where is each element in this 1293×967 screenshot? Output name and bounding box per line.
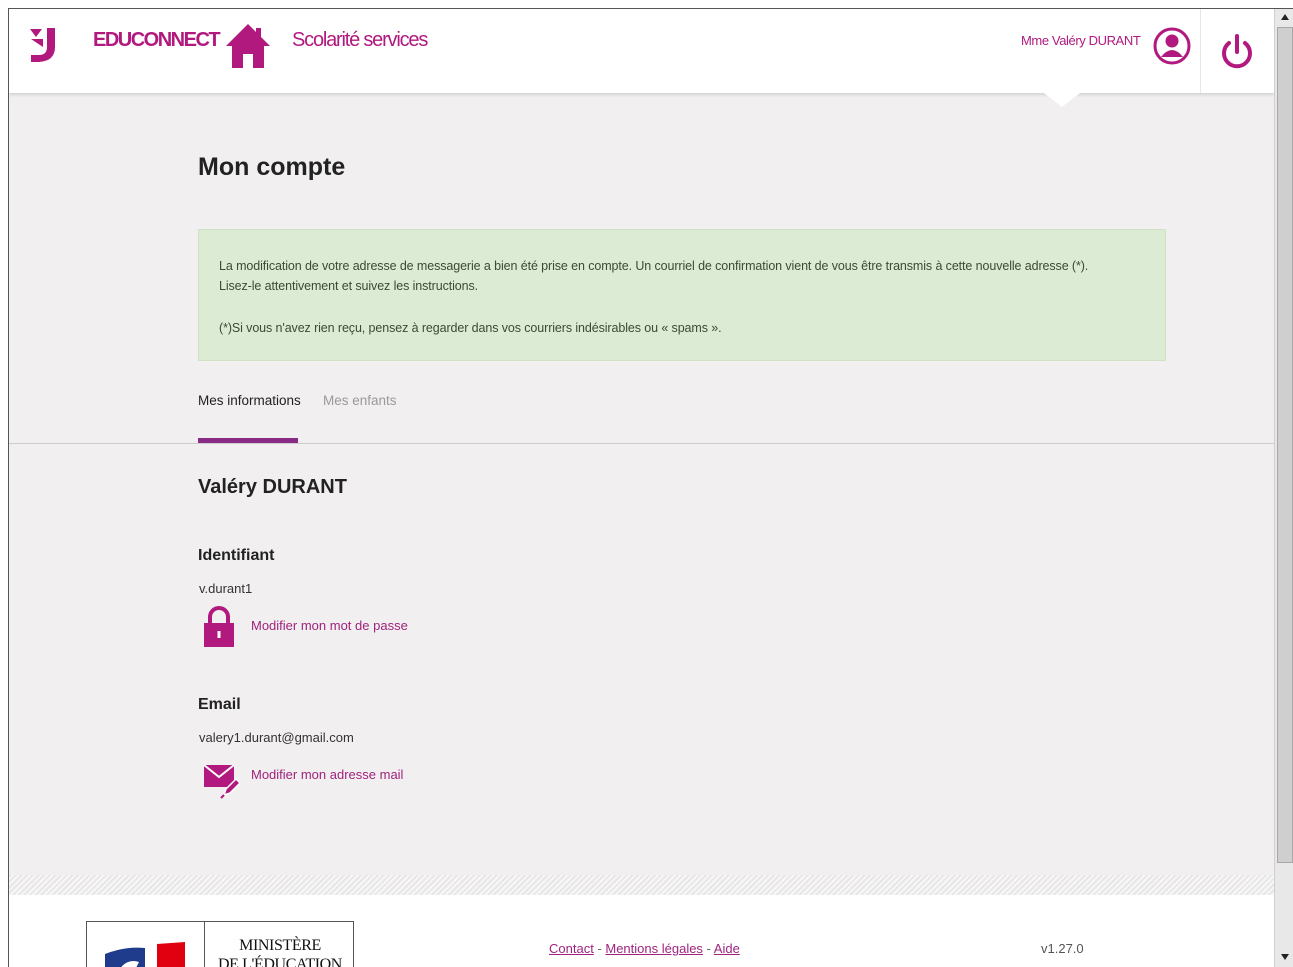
success-alert: La modification de votre adresse de mess…: [198, 229, 1166, 361]
app-version: v1.27.0: [1041, 941, 1084, 956]
scroll-down-arrow-icon[interactable]: [1277, 949, 1293, 965]
lock-icon[interactable]: [202, 605, 236, 649]
home-icon[interactable]: [225, 22, 271, 70]
user-avatar-icon[interactable]: [1153, 27, 1191, 65]
page-title: Mon compte: [198, 153, 346, 181]
tab-mes-informations[interactable]: Mes informations: [198, 393, 301, 408]
email-value: valery1.durant@gmail.com: [199, 730, 354, 745]
scroll-up-arrow-icon[interactable]: [1277, 9, 1293, 25]
change-email-link[interactable]: Modifier mon adresse mail: [251, 767, 403, 782]
change-password-link[interactable]: Modifier mon mot de passe: [251, 618, 408, 633]
top-header: EDUCONNECT Scolarité services Mme Valéry…: [9, 9, 1274, 93]
vertical-scrollbar[interactable]: [1274, 9, 1293, 967]
page-footer: MINISTÈRE DE L'ÉDUCATION Contact - Menti…: [9, 895, 1274, 967]
marianne-flag-icon: [105, 942, 185, 967]
contact-link[interactable]: Contact: [549, 941, 594, 956]
logout-power-icon[interactable]: [1219, 33, 1255, 73]
tab-mes-enfants[interactable]: Mes enfants: [323, 393, 397, 408]
menu-pointer: [1044, 93, 1080, 107]
login-value: v.durant1: [199, 581, 253, 596]
ministry-logo: MINISTÈRE DE L'ÉDUCATION: [86, 921, 354, 967]
browser-viewport: EDUCONNECT Scolarité services Mme Valéry…: [8, 8, 1293, 967]
footer-links: Contact - Mentions légales - Aide: [549, 941, 740, 956]
scroll-thumb[interactable]: [1277, 27, 1293, 863]
edit-mail-icon[interactable]: [202, 761, 240, 799]
brand-name[interactable]: EDUCONNECT: [93, 29, 221, 52]
alert-message: La modification de votre adresse de mess…: [219, 259, 1089, 293]
ministry-name: MINISTÈRE DE L'ÉDUCATION: [218, 937, 342, 967]
profile-full-name: Valéry DURANT: [198, 476, 347, 498]
educonnect-logo-icon[interactable]: [27, 25, 67, 65]
header-separator: [1200, 9, 1201, 93]
tabs-divider: [9, 443, 1274, 444]
service-name[interactable]: Scolarité services: [292, 29, 428, 52]
footer-hatch: [9, 875, 1274, 895]
help-link[interactable]: Aide: [714, 941, 740, 956]
alert-note: (*)Si vous n'avez rien reçu, pensez à re…: [219, 321, 722, 335]
user-name[interactable]: Mme Valéry DURANT: [1021, 33, 1141, 48]
login-label: Identifiant: [198, 547, 275, 564]
legal-notice-link[interactable]: Mentions légales: [605, 941, 703, 956]
email-label: Email: [198, 696, 241, 713]
